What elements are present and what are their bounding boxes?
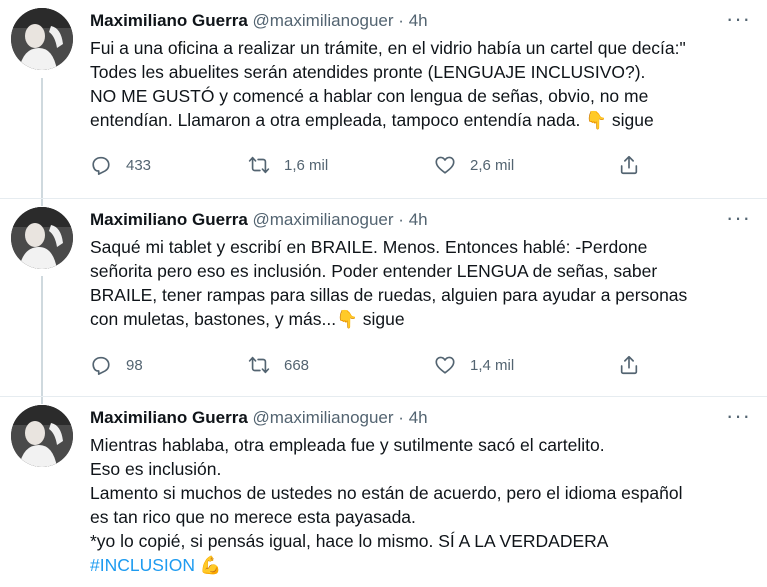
avatar[interactable]: [11, 207, 73, 269]
tweet-text: Saqué mi tablet y escribí en BRAILE. Men…: [90, 235, 750, 331]
retweet-count: 668: [284, 356, 310, 374]
like-count: 1,4 mil: [470, 356, 515, 374]
text-line: señorita pero eso es inclusión. Poder en…: [90, 261, 658, 281]
text-line: es tan rico que no merece esta payasada.: [90, 507, 416, 527]
avatar[interactable]: [11, 405, 73, 467]
tweet-text: Mientras hablaba, otra empleada fue y su…: [90, 433, 750, 577]
tweet[interactable]: Maximiliano Guerra @maximilianoguer · 4h…: [0, 396, 767, 587]
retweet-count: 1,6 mil: [284, 156, 329, 174]
retweet-button[interactable]: 1,6 mil: [248, 152, 328, 178]
text-line: Saqué mi tablet y escribí en BRAILE. Men…: [90, 237, 648, 257]
reply-button[interactable]: 98: [90, 352, 143, 378]
share-icon: [620, 355, 638, 375]
tweet-header: Maximiliano Guerra @maximilianoguer · 4h: [90, 10, 727, 32]
text-segment: entendían. Llamaron a otra empleada, tam…: [90, 110, 581, 130]
text-line: *yo lo copié, si pensás igual, hace lo m…: [90, 531, 609, 551]
like-button[interactable]: 1,4 mil: [434, 352, 514, 378]
text-line-with-emoji: entendían. Llamaron a otra empleada, tam…: [90, 108, 750, 132]
text-line: Fui a una oficina a realizar un trámite,…: [90, 38, 686, 58]
tweet-header: Maximiliano Guerra @maximilianoguer · 4h: [90, 407, 727, 429]
author-name[interactable]: Maximiliano Guerra: [90, 408, 248, 427]
avatar-photo: [11, 207, 73, 269]
share-icon: [620, 155, 638, 175]
more-icon[interactable]: ···: [726, 205, 751, 231]
reply-count: 98: [126, 356, 143, 374]
text-line: NO ME GUSTÓ y comencé a hablar con lengu…: [90, 86, 649, 106]
reply-icon: [92, 156, 110, 175]
heart-icon: [435, 356, 455, 374]
reply-button[interactable]: 433: [90, 152, 151, 178]
more-icon[interactable]: ···: [726, 6, 751, 32]
timestamp[interactable]: 4h: [409, 11, 428, 30]
tweet[interactable]: Maximiliano Guerra @maximilianoguer · 4h…: [0, 0, 767, 198]
separator-dot: ·: [398, 408, 404, 427]
pointing-down-emoji: 👇: [336, 309, 358, 329]
share-button[interactable]: [618, 352, 640, 378]
author-name[interactable]: Maximiliano Guerra: [90, 11, 248, 30]
reply-count: 433: [126, 156, 152, 174]
avatar[interactable]: [11, 8, 73, 70]
text-line: Todes les abuelites serán atendides pron…: [90, 62, 646, 82]
sigue-text: sigue: [362, 309, 405, 329]
author-handle[interactable]: @maximilianoguer: [253, 210, 394, 229]
retweet-icon: [248, 156, 270, 174]
heart-icon: [435, 156, 455, 174]
author-handle[interactable]: @maximilianoguer: [253, 11, 394, 30]
separator-dot: ·: [398, 11, 404, 30]
pointing-down-emoji: 👇: [585, 110, 608, 130]
tweet[interactable]: Maximiliano Guerra @maximilianoguer · 4h…: [0, 198, 767, 397]
timestamp[interactable]: 4h: [409, 408, 428, 427]
text-line: Lamento si muchos de ustedes no están de…: [90, 483, 683, 503]
more-icon[interactable]: ···: [726, 403, 751, 429]
text-segment: con muletas, bastones, y más...: [90, 309, 337, 329]
tweet-actions: 433 1,6 mil 2,6 mil: [90, 152, 647, 178]
text-line: Mientras hablaba, otra empleada fue y su…: [90, 435, 605, 455]
flexed-biceps-emoji: 💪: [199, 555, 222, 575]
retweet-icon: [248, 356, 270, 374]
reply-icon: [92, 356, 110, 375]
author-handle[interactable]: @maximilianoguer: [253, 408, 394, 427]
sigue-text: sigue: [611, 110, 654, 130]
tweet-actions: 98 668 1,4 mil: [90, 352, 647, 378]
like-button[interactable]: 2,6 mil: [434, 152, 514, 178]
avatar-photo: [11, 405, 73, 467]
hashtag-link[interactable]: #INCLUSION: [90, 555, 195, 575]
avatar-photo: [11, 8, 73, 70]
like-count: 2,6 mil: [470, 156, 515, 174]
separator-dot: ·: [398, 210, 404, 229]
tweet-text: Fui a una oficina a realizar un trámite,…: [90, 36, 750, 132]
tweet-thread: Maximiliano Guerra @maximilianoguer · 4h…: [0, 0, 767, 586]
text-line: BRAILE, tener rampas para sillas de rued…: [90, 285, 688, 305]
timestamp[interactable]: 4h: [409, 210, 428, 229]
author-name[interactable]: Maximiliano Guerra: [90, 210, 248, 229]
text-line: Eso es inclusión.: [90, 459, 222, 479]
retweet-button[interactable]: 668: [248, 352, 309, 378]
tweet-header: Maximiliano Guerra @maximilianoguer · 4h: [90, 209, 727, 231]
share-button[interactable]: [618, 152, 640, 178]
text-line-with-emoji: con muletas, bastones, y más...👇 sigue: [90, 307, 750, 331]
text-line-with-hashtag: #INCLUSION 💪: [90, 553, 750, 577]
